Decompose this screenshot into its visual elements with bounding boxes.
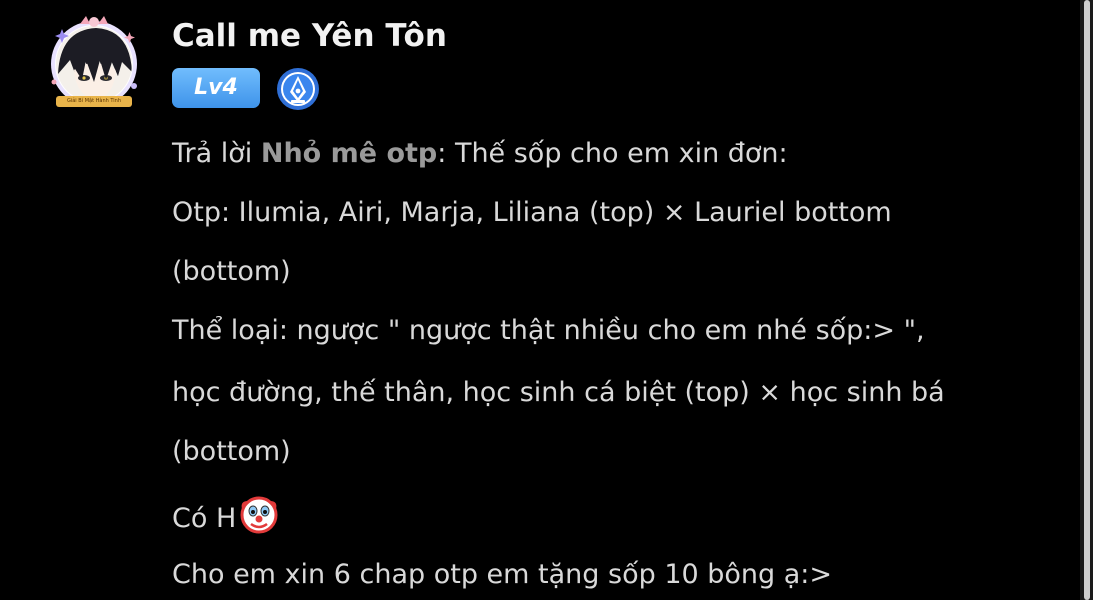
comment-line: học đường, thế thân, học sinh cá biệt (t… [172, 377, 945, 408]
scrollbar[interactable] [1080, 0, 1093, 600]
comment-line: Cho em xin 6 chap otp em tặng sốp 10 bôn… [172, 559, 833, 590]
comment-line: (bottom) [172, 436, 291, 467]
comment-line-text: Có H [172, 503, 237, 534]
scrollbar-thumb[interactable] [1084, 0, 1090, 600]
comment-line: Có H [172, 493, 280, 537]
level-badge: Lv4 [172, 68, 260, 108]
pen-nib-icon [276, 67, 320, 111]
clown-face-icon [238, 493, 280, 535]
comment-line: Thể loại: ngược " ngược thật nhiều cho e… [172, 315, 925, 346]
mention-link[interactable]: Nhỏ mê otp [261, 138, 437, 169]
username[interactable]: Call me Yên Tôn [172, 16, 447, 56]
avatar-frame-caption: Giải Bí Mật Hành Tinh [56, 96, 132, 107]
reply-text: : Thế sốp cho em xin đơn: [437, 138, 788, 169]
comment-item: Giải Bí Mật Hành Tinh Call me Yên Tôn Lv… [0, 0, 1080, 600]
comment-line: (bottom) [172, 256, 291, 287]
comment-line: Otp: Ilumia, Airi, Marja, Liliana (top) … [172, 197, 892, 228]
reply-line: Trả lời Nhỏ mê otp: Thế sốp cho em xin đ… [172, 136, 788, 172]
reply-prefix: Trả lời [172, 138, 261, 169]
